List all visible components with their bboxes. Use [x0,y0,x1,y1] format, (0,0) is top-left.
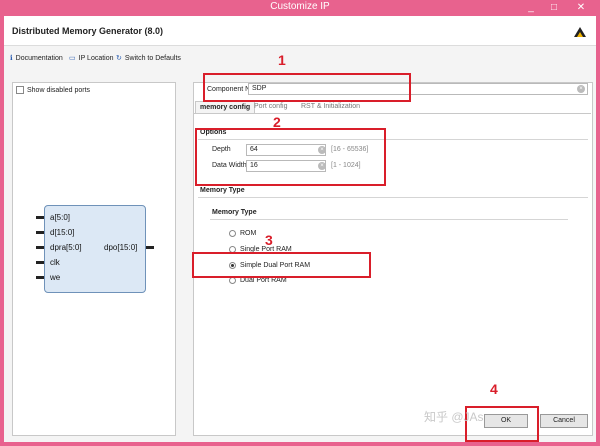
info-icon: ℹ [10,55,13,62]
annotation-box-3 [192,252,371,278]
tab-port-config[interactable]: Port config [250,101,291,113]
maximize-button[interactable]: □ [543,0,565,16]
port-label-clk: clk [50,258,60,267]
port-label-a: a[5:0] [50,213,71,222]
memory-type-subrule [210,219,568,220]
ip-title: Distributed Memory Generator (8.0) [12,26,164,36]
tab-memory-config[interactable]: memory config [195,101,256,113]
annotation-box-2 [195,128,386,186]
annotation-box-1 [203,73,411,102]
dual-port-ram-radio[interactable] [229,277,236,284]
rom-label: ROM [240,230,257,237]
tab-divider [194,113,591,114]
rom-radio[interactable] [229,230,236,237]
refresh-icon: ↻ [116,55,122,62]
annotation-number-3: 3 [265,232,273,248]
port-pin-dpra [36,246,44,249]
clear-icon[interactable]: × [577,85,585,93]
memory-type-subheading: Memory Type [212,209,257,216]
close-button[interactable]: ✕ [566,0,596,16]
show-disabled-ports-checkbox[interactable] [16,86,24,94]
cancel-button[interactable]: Cancel [540,414,588,428]
folder-icon: ▭ [69,55,76,62]
annotation-number-2: 2 [273,114,281,130]
ok-button[interactable]: OK [484,414,528,428]
show-disabled-ports[interactable]: Show disabled ports [16,86,90,94]
port-pin-dpo [146,246,154,249]
port-label-d: d[15:0] [50,228,75,237]
port-label-dpo: dpo[15:0] [104,243,138,252]
switch-defaults-link[interactable]: ↻ Switch to Defaults [116,54,181,63]
ip-location-link[interactable]: ▭ IP Location [69,54,114,63]
tab-rst-initialization[interactable]: RST & Initialization [297,101,364,113]
window-title: Customize IP [270,1,330,12]
port-pin-we [36,276,44,279]
port-label-dpra: dpra[5:0] [50,243,82,252]
port-pin-clk [36,261,44,264]
minimize-button[interactable]: _ [520,0,542,16]
memory-type-heading: Memory Type [200,187,245,194]
xilinx-logo-icon [574,27,586,37]
memory-type-rule [198,197,588,198]
annotation-number-1: 1 [278,52,286,68]
port-label-we: we [50,273,61,282]
dual-port-ram-label: Dual Port RAM [240,277,287,284]
port-pin-a [36,216,44,219]
port-pin-d [36,231,44,234]
annotation-number-4: 4 [490,381,498,397]
documentation-link[interactable]: ℹ Documentation [10,54,63,63]
